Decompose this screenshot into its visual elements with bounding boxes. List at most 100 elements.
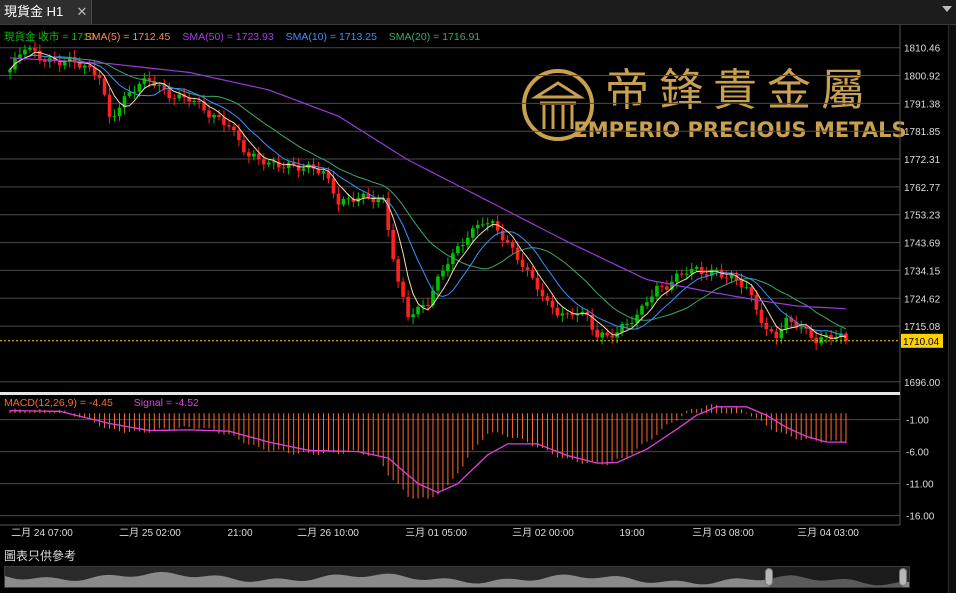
price-y-tick-label: 1753.23	[904, 211, 941, 222]
price-y-tick-label: 1810.46	[904, 44, 941, 55]
candle	[535, 277, 540, 290]
price-chart[interactable]: 帝鋒貴金屬EMPERIO PRECIOUS METALS 1810.46 1800.…	[0, 25, 948, 545]
candle	[620, 323, 624, 333]
time-axis-label: 二月 24 07:00	[11, 527, 73, 539]
time-axis-label: 21:00	[227, 528, 252, 539]
candle	[610, 335, 614, 338]
candle	[645, 302, 649, 306]
navigator-right-handle[interactable]	[899, 568, 907, 586]
candle	[739, 280, 744, 288]
candle	[749, 287, 754, 296]
candle	[774, 331, 779, 339]
panel-separator	[0, 392, 900, 395]
navigator-window[interactable]	[769, 567, 903, 588]
candle	[485, 223, 490, 225]
price-y-tick-label: 1791.38	[904, 99, 941, 110]
candle	[361, 193, 366, 198]
candle	[286, 162, 291, 169]
candle	[157, 85, 162, 87]
candle	[555, 307, 560, 316]
candle	[376, 199, 381, 203]
price-y-tick-label: 1781.85	[904, 127, 941, 138]
candle	[23, 49, 27, 55]
candle	[406, 296, 410, 318]
time-axis-label: 19:00	[619, 528, 644, 539]
window-edge	[948, 25, 956, 593]
price-y-tick-label: 1743.69	[904, 239, 941, 250]
candle	[217, 115, 221, 118]
candle	[321, 171, 326, 174]
candle	[565, 313, 570, 315]
candle	[172, 98, 177, 100]
macd-legend-entry: MACD(12,26,9) = -4.45	[4, 397, 113, 409]
watermark-english-name: EMPERIO PRECIOUS METALS	[573, 118, 906, 142]
chart-disclaimer: 圖表只供參考	[4, 549, 77, 563]
candle	[167, 89, 172, 99]
candle	[242, 140, 246, 153]
candle	[724, 277, 729, 279]
macd-legend-entry: Signal = -4.52	[134, 397, 199, 409]
navigator-scrollbar[interactable]	[4, 566, 910, 588]
candle	[446, 264, 450, 271]
candle	[252, 153, 256, 157]
last-price-label: 1710.04	[903, 337, 940, 348]
candle	[769, 329, 774, 332]
candle	[192, 100, 196, 102]
candle	[799, 327, 804, 329]
candle	[336, 193, 341, 205]
candle	[699, 267, 704, 275]
candle	[142, 78, 147, 84]
close-icon[interactable]: ✕	[74, 0, 90, 24]
candle	[490, 221, 495, 224]
candle	[301, 168, 306, 171]
macd-y-tick-label: -6.00	[906, 448, 929, 459]
candle	[764, 322, 769, 330]
candle	[550, 300, 555, 308]
candle	[704, 274, 709, 276]
time-axis-label: 三月 01 05:00	[405, 527, 467, 539]
candle	[436, 276, 440, 291]
candle	[426, 304, 430, 306]
candle	[560, 313, 565, 316]
candle	[675, 273, 679, 282]
time-axis-label: 三月 03 08:00	[692, 527, 754, 539]
candle	[694, 267, 699, 269]
candle	[689, 268, 694, 274]
dropdown-arrow-icon[interactable]	[942, 6, 952, 12]
watermark-chinese-name: 帝鋒貴金屬	[605, 65, 875, 116]
candle	[759, 309, 764, 323]
navigator-left-handle[interactable]	[765, 568, 773, 586]
navigator-overview	[5, 567, 909, 588]
candle	[466, 237, 470, 245]
candle	[660, 285, 664, 287]
candle	[515, 247, 520, 260]
price-y-tick-label: 1715.08	[904, 322, 941, 333]
candle	[456, 246, 460, 254]
candle	[127, 92, 132, 97]
candle	[137, 83, 142, 92]
candle	[87, 65, 92, 68]
candle	[257, 153, 261, 160]
candle	[729, 275, 734, 279]
candle	[411, 314, 415, 318]
candle	[43, 60, 47, 62]
price-y-tick-label: 1762.77	[904, 183, 941, 194]
candle	[247, 152, 251, 157]
candle	[207, 110, 211, 118]
price-legend-entry: SMA(5) = 1712.45	[85, 31, 171, 43]
candle	[754, 295, 759, 310]
price-y-tick-label: 1734.15	[904, 266, 941, 277]
price-legend-entry: SMA(20) = 1716.91	[389, 31, 481, 43]
candle	[261, 159, 266, 165]
candle	[441, 270, 445, 277]
candle	[605, 332, 609, 336]
candle	[530, 269, 535, 278]
candle	[640, 305, 644, 315]
candle	[595, 329, 599, 338]
candle	[600, 332, 604, 338]
candle	[461, 244, 465, 247]
candle	[28, 48, 32, 50]
candle	[112, 116, 117, 118]
candle	[520, 259, 525, 268]
candle	[391, 229, 395, 260]
